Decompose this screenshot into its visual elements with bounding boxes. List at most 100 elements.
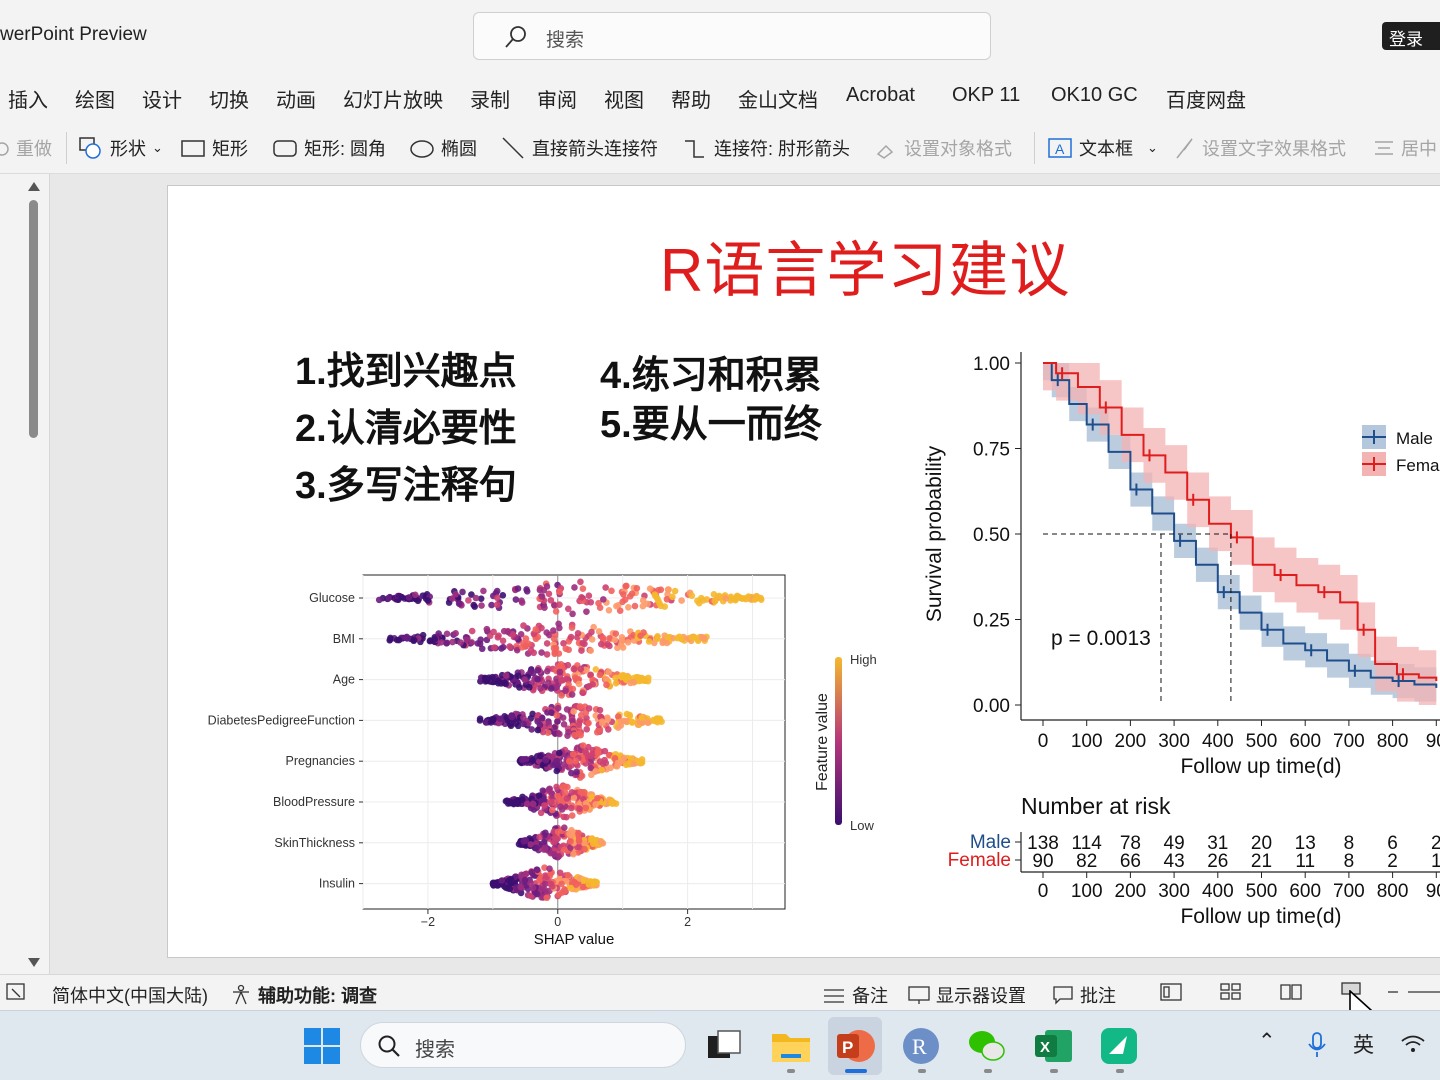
comments-label: 批注 <box>1080 986 1116 1006</box>
text-effects-button[interactable]: 设置文字效果格式 <box>1174 135 1346 161</box>
shap-point <box>564 871 572 879</box>
display-settings-label: 显示器设置 <box>936 986 1026 1006</box>
shap-point <box>620 754 628 762</box>
ime-indicator[interactable]: 英 <box>1353 1029 1374 1059</box>
shap-point <box>414 597 422 605</box>
shap-point <box>556 601 563 608</box>
ellipse-button[interactable]: 椭圆 <box>409 135 477 161</box>
format-object-button[interactable]: 设置对象格式 <box>874 135 1012 161</box>
tip-item[interactable]: 5.要从一而终 <box>600 393 822 448</box>
menu-draw[interactable]: 绘图 <box>75 84 115 113</box>
shap-point <box>556 869 564 877</box>
menu-baidu[interactable]: 百度网盘 <box>1166 84 1246 113</box>
arrow-connector-button[interactable]: 直接箭头连接符 <box>500 135 658 161</box>
search-input[interactable]: 搜索 <box>473 12 991 60</box>
menu-animations[interactable]: 动画 <box>276 84 316 113</box>
scroll-down-icon[interactable] <box>28 958 40 967</box>
shapes-button[interactable]: 形状 ⌄ <box>78 135 163 161</box>
menu-okp11[interactable]: OKP 11 <box>952 84 1020 107</box>
shap-point <box>490 715 497 723</box>
tray-chevron-up-icon[interactable]: ⌃ <box>1258 1029 1276 1054</box>
wifi-icon[interactable] <box>1400 1033 1426 1055</box>
svg-text:P: P <box>842 1038 853 1057</box>
menu-acrobat[interactable]: Acrobat <box>846 84 915 107</box>
tip-item[interactable]: 1.找到兴趣点 <box>295 340 517 395</box>
taskbar-search-input[interactable]: 搜索 <box>360 1022 686 1068</box>
scroll-thumb[interactable] <box>29 200 38 438</box>
scroll-up-icon[interactable] <box>28 182 40 191</box>
menu-transitions[interactable]: 切换 <box>209 84 249 113</box>
task-view-icon[interactable] <box>703 1024 747 1068</box>
shap-point <box>556 749 563 757</box>
file-explorer-icon[interactable] <box>769 1024 813 1068</box>
excel-icon[interactable]: X <box>1031 1024 1075 1068</box>
risk-count: 82 <box>1076 851 1097 872</box>
textbox-button[interactable]: A 文本框 ⌄ <box>1047 135 1158 161</box>
zoom-slider[interactable] <box>1388 982 1440 1002</box>
shap-point <box>542 845 549 853</box>
comments-button[interactable]: 批注 <box>1052 982 1116 1008</box>
windows-start-icon[interactable] <box>300 1024 344 1068</box>
shap-point <box>711 597 719 605</box>
shap-point <box>582 804 590 812</box>
menu-view[interactable]: 视图 <box>604 84 644 113</box>
accessibility-status[interactable]: 辅助功能: 调查 <box>230 982 377 1008</box>
menu-review[interactable]: 审阅 <box>537 84 577 113</box>
vertical-scrollbar[interactable] <box>0 174 50 974</box>
shap-point <box>476 640 484 648</box>
slide-sorter-icon[interactable] <box>1220 982 1242 1002</box>
language-status[interactable]: 简体中文(中国大陆) <box>52 982 208 1008</box>
shap-point <box>577 665 585 673</box>
menu-jinshan[interactable]: 金山文档 <box>738 84 818 113</box>
tip-item[interactable]: 4.练习和积累 <box>600 344 822 399</box>
elbow-connector-label: 连接符: 肘形箭头 <box>714 139 851 159</box>
menu-help[interactable]: 帮助 <box>671 84 711 113</box>
shap-point <box>645 638 653 645</box>
menu-design[interactable]: 设计 <box>142 84 182 113</box>
shap-point <box>546 785 553 793</box>
redo-label: 重做 <box>16 139 52 159</box>
menu-record[interactable]: 录制 <box>470 84 510 113</box>
spellcheck-icon[interactable] <box>6 982 26 1002</box>
rect-button[interactable]: 矩形 <box>180 135 248 161</box>
shap-point <box>579 639 587 647</box>
shap-point <box>502 672 510 679</box>
shap-beeswarm-chart[interactable]: Glucose BMI Age DiabetesPedigreeFunction Pre… <box>195 560 895 955</box>
shap-point <box>637 758 644 766</box>
tip-item[interactable]: 2.认清必要性 <box>295 397 517 452</box>
shap-point <box>563 706 571 713</box>
km-survival-chart[interactable]: 0.00 0.25 0.50 0.75 1.00 0 100 200 300 400 500 600… <box>910 340 1440 940</box>
slide-title[interactable]: R语言学习建议 <box>660 222 1070 309</box>
pdf-app-icon[interactable] <box>1097 1024 1141 1068</box>
risk-count: 1 <box>1431 851 1440 872</box>
shap-point <box>520 622 527 629</box>
shap-point <box>537 685 544 692</box>
login-button[interactable]: 登录 <box>1382 22 1440 50</box>
tip-item[interactable]: 3.多写注释句 <box>295 454 517 509</box>
redo-button[interactable]: 重做 <box>0 135 52 161</box>
reading-view-icon[interactable] <box>1280 982 1302 1002</box>
display-settings-button[interactable]: 显示器设置 <box>908 982 1026 1008</box>
shap-point <box>452 630 459 637</box>
notes-button[interactable]: 备注 <box>822 982 888 1008</box>
powerpoint-icon[interactable]: P <box>833 1024 877 1068</box>
svg-text:A: A <box>1055 141 1065 157</box>
center-align-button[interactable]: 居中 <box>1373 135 1437 161</box>
running-indicator <box>984 1069 992 1073</box>
shap-point <box>534 726 542 734</box>
wechat-icon[interactable] <box>965 1024 1009 1068</box>
shap-point <box>497 680 505 687</box>
normal-view-icon[interactable] <box>1160 982 1182 1002</box>
shap-point <box>676 633 683 641</box>
shap-point <box>657 602 665 610</box>
rounded-rect-button[interactable]: 矩形: 圆角 <box>272 135 386 161</box>
shap-point <box>493 587 501 595</box>
menu-ok10gc[interactable]: OK10 GC <box>1051 84 1138 107</box>
microphone-icon[interactable] <box>1306 1031 1328 1059</box>
menu-slideshow[interactable]: 幻灯片放映 <box>343 84 443 113</box>
shap-point <box>449 638 456 646</box>
r-app-icon[interactable]: R <box>899 1024 943 1068</box>
menu-insert[interactable]: 插入 <box>8 84 48 113</box>
shap-point <box>579 585 587 592</box>
elbow-connector-button[interactable]: 连接符: 肘形箭头 <box>682 135 850 161</box>
